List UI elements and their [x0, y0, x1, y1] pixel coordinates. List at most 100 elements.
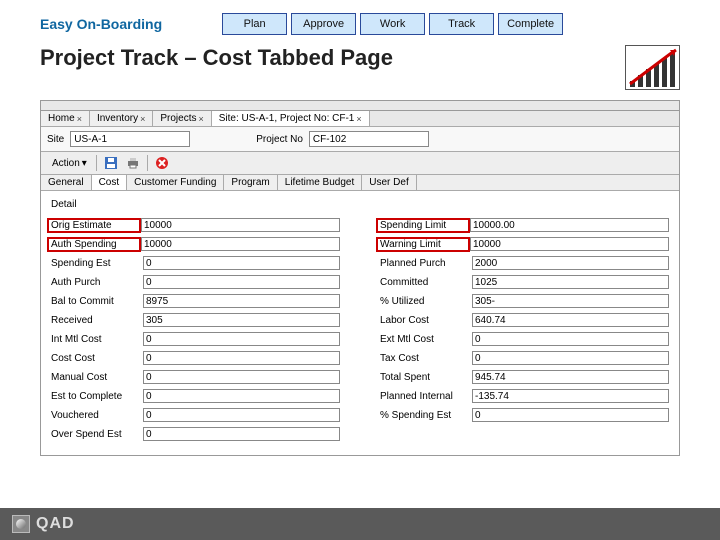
- field-label: Bal to Commit: [51, 296, 143, 307]
- field-input[interactable]: [143, 294, 340, 308]
- field-input[interactable]: [472, 256, 669, 270]
- brand-text: QAD: [36, 515, 75, 533]
- field-row: Auth Spending: [51, 236, 340, 252]
- field-row: Int Mtl Cost: [51, 331, 340, 347]
- field-input[interactable]: [143, 370, 340, 384]
- field-row: Bal to Commit: [51, 293, 340, 309]
- field-row: % Utilized: [380, 293, 669, 309]
- subtab-cost[interactable]: Cost: [92, 175, 128, 190]
- step-approve[interactable]: Approve: [291, 13, 356, 35]
- field-label: Auth Purch: [51, 277, 143, 288]
- field-label: % Spending Est: [380, 410, 472, 421]
- field-label: Manual Cost: [51, 372, 143, 383]
- subtab-lifetime-budget[interactable]: Lifetime Budget: [278, 175, 363, 190]
- tab-project-detail[interactable]: Site: US-A-1, Project No: CF-1×: [212, 111, 370, 126]
- save-button[interactable]: [101, 154, 121, 172]
- field-row: Total Spent: [380, 369, 669, 385]
- field-label: Spending Est: [51, 258, 143, 269]
- field-input[interactable]: [470, 237, 669, 251]
- site-label: Site: [47, 134, 64, 145]
- field-input[interactable]: [472, 389, 669, 403]
- tab-inventory[interactable]: Inventory×: [90, 111, 153, 126]
- project-no-input[interactable]: [309, 131, 429, 147]
- detail-header: Detail: [51, 197, 340, 214]
- site-input[interactable]: [70, 131, 190, 147]
- project-no-label: Project No: [256, 134, 303, 145]
- field-input[interactable]: [470, 218, 669, 232]
- step-track[interactable]: Track: [429, 13, 494, 35]
- step-work[interactable]: Work: [360, 13, 425, 35]
- field-label: Committed: [380, 277, 472, 288]
- field-row: Spending Limit: [380, 217, 669, 233]
- separator: [96, 155, 97, 171]
- tab-projects-label: Projects: [160, 113, 196, 124]
- field-row: Over Spend Est: [51, 426, 340, 442]
- tab-home-label: Home: [48, 113, 75, 124]
- action-menu-label: Action: [52, 158, 80, 169]
- field-label: Warning Limit: [376, 237, 470, 252]
- delete-button[interactable]: [152, 154, 172, 172]
- subtab-general[interactable]: General: [41, 175, 92, 190]
- field-label: Ext Mtl Cost: [380, 334, 472, 345]
- page-title: Project Track – Cost Tabbed Page: [40, 45, 680, 71]
- field-label: Spending Limit: [376, 218, 470, 233]
- print-button[interactable]: [123, 154, 143, 172]
- field-input[interactable]: [472, 351, 669, 365]
- field-input[interactable]: [472, 370, 669, 384]
- field-label: Orig Estimate: [47, 218, 141, 233]
- field-row: Ext Mtl Cost: [380, 331, 669, 347]
- field-row: Planned Purch: [380, 255, 669, 271]
- close-icon[interactable]: ×: [356, 114, 361, 124]
- field-input[interactable]: [143, 427, 340, 441]
- field-input[interactable]: [472, 275, 669, 289]
- right-column: Spending Limit Warning Limit Planned Purch…: [380, 197, 669, 445]
- cost-form: Detail Orig Estimate Auth Spending Spendin…: [41, 191, 679, 455]
- field-row: Manual Cost: [51, 369, 340, 385]
- field-label: Total Spent: [380, 372, 472, 383]
- close-icon[interactable]: ×: [198, 114, 203, 124]
- tab-inventory-label: Inventory: [97, 113, 138, 124]
- field-input[interactable]: [143, 408, 340, 422]
- field-row: Committed: [380, 274, 669, 290]
- field-row: Received: [51, 312, 340, 328]
- action-menu-button[interactable]: Action ▾: [45, 154, 92, 172]
- field-input[interactable]: [141, 218, 340, 232]
- field-row: Cost Cost: [51, 350, 340, 366]
- field-input[interactable]: [141, 237, 340, 251]
- field-input[interactable]: [143, 389, 340, 403]
- field-row: Vouchered: [51, 407, 340, 423]
- field-label: Tax Cost: [380, 353, 472, 364]
- field-label: Planned Internal: [380, 391, 472, 402]
- field-input[interactable]: [143, 351, 340, 365]
- field-label: Auth Spending: [47, 237, 141, 252]
- field-label: Planned Purch: [380, 258, 472, 269]
- field-input[interactable]: [472, 332, 669, 346]
- tab-project-detail-label: Site: US-A-1, Project No: CF-1: [219, 113, 355, 124]
- subtab-user-def[interactable]: User Def: [362, 175, 416, 190]
- field-input[interactable]: [472, 294, 669, 308]
- step-plan[interactable]: Plan: [222, 13, 287, 35]
- field-label: Cost Cost: [51, 353, 143, 364]
- tab-projects[interactable]: Projects×: [153, 111, 211, 126]
- field-row: % Spending Est: [380, 407, 669, 423]
- field-label: Int Mtl Cost: [51, 334, 143, 345]
- field-row: Warning Limit: [380, 236, 669, 252]
- subtab-customer-funding[interactable]: Customer Funding: [127, 175, 224, 190]
- page-title-main: Project Track: [40, 45, 178, 70]
- print-icon: [126, 156, 140, 170]
- field-input[interactable]: [143, 275, 340, 289]
- field-input[interactable]: [472, 313, 669, 327]
- field-input[interactable]: [472, 408, 669, 422]
- tab-home[interactable]: Home×: [41, 111, 90, 126]
- delete-icon: [155, 156, 169, 170]
- close-icon[interactable]: ×: [140, 114, 145, 124]
- close-icon[interactable]: ×: [77, 114, 82, 124]
- subtab-program[interactable]: Program: [224, 175, 277, 190]
- field-input[interactable]: [143, 332, 340, 346]
- field-input[interactable]: [143, 256, 340, 270]
- field-row: Spending Est: [51, 255, 340, 271]
- step-complete[interactable]: Complete: [498, 13, 563, 35]
- page-title-sub: – Cost Tabbed Page: [184, 45, 393, 70]
- field-input[interactable]: [143, 313, 340, 327]
- field-label: Received: [51, 315, 143, 326]
